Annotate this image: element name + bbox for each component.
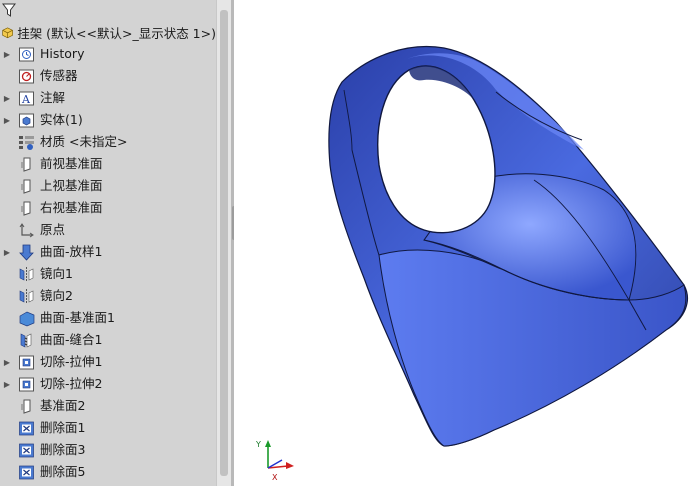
history-icon xyxy=(18,46,35,63)
tree-filter[interactable] xyxy=(0,0,216,20)
tree-item[interactable]: ▶ 实体(1) xyxy=(0,109,216,131)
expand-arrow-icon[interactable]: ▶ xyxy=(2,116,12,125)
tree-item[interactable]: 删除面3 xyxy=(0,439,216,461)
tree-item[interactable]: 镜向2 xyxy=(0,285,216,307)
tree-item-label: 切除-拉伸1 xyxy=(40,354,103,369)
tree-root-label: 挂架 (默认<<默认>_显示状态 1>) xyxy=(17,25,216,41)
delete-face-icon xyxy=(18,464,35,481)
tree-item[interactable]: ▶ History xyxy=(0,43,216,65)
expand-arrow-icon[interactable]: ▶ xyxy=(2,380,12,389)
tree-item[interactable]: ▶ A 注解 xyxy=(0,87,216,109)
axis-triad: Y X xyxy=(255,440,294,482)
tree-item[interactable]: ▶ 切除-拉伸1 xyxy=(0,351,216,373)
tree-root-part[interactable]: 挂架 (默认<<默认>_显示状态 1>) xyxy=(0,22,216,42)
tree-item-label: 传感器 xyxy=(40,68,78,83)
tree-item-label: 曲面-缝合1 xyxy=(40,332,103,347)
tree-item[interactable]: 材质 <未指定> xyxy=(0,131,216,153)
plane-icon xyxy=(18,398,35,415)
triad-x-label: X xyxy=(272,473,278,482)
tree-item[interactable]: 右视基准面 xyxy=(0,197,216,219)
sensor-icon xyxy=(18,68,35,85)
tree-item-label: 材质 <未指定> xyxy=(40,134,128,149)
tree-item-label: 原点 xyxy=(40,222,66,237)
delete-face-icon xyxy=(18,420,35,437)
plane-icon xyxy=(18,200,35,217)
surface-loft-icon xyxy=(18,244,35,261)
tree-item-label: 前视基准面 xyxy=(40,156,103,171)
tree-item-label: 曲面-基准面1 xyxy=(40,310,115,325)
tree-item[interactable]: 传感器 xyxy=(0,65,216,87)
mirror-icon xyxy=(18,266,35,283)
graphics-viewport[interactable]: Y X xyxy=(234,0,694,486)
tree-scrollbar[interactable] xyxy=(216,0,231,486)
tree-item[interactable]: 曲面-缝合1 xyxy=(0,329,216,351)
tree-item[interactable]: 基准面2 xyxy=(0,395,216,417)
tree-item[interactable]: 删除面5 xyxy=(0,461,216,483)
tree-item-label: 镜向2 xyxy=(40,288,73,303)
tree-item-label: 曲面-放样1 xyxy=(40,244,103,259)
plane-icon xyxy=(18,178,35,195)
knit-surface-icon xyxy=(18,332,35,349)
model-view[interactable] xyxy=(234,0,694,486)
material-icon xyxy=(18,134,35,151)
expand-arrow-icon[interactable]: ▶ xyxy=(2,248,12,257)
solid-body-icon xyxy=(18,112,35,129)
tree-item-label: 删除面5 xyxy=(40,464,86,479)
triad-y-label: Y xyxy=(255,440,261,449)
tree-item-label: 切除-拉伸2 xyxy=(40,376,103,391)
plane-icon xyxy=(18,156,35,173)
tree-item[interactable]: 镜向1 xyxy=(0,263,216,285)
tree-item[interactable]: 删除面1 xyxy=(0,417,216,439)
tree-item-label: History xyxy=(40,46,85,61)
tree-item-label: 基准面2 xyxy=(40,398,86,413)
tree-item[interactable]: 上视基准面 xyxy=(0,175,216,197)
extrude-cut-icon xyxy=(18,376,35,393)
tree-item-label: 删除面1 xyxy=(40,420,86,435)
tree-item-label: 镜向1 xyxy=(40,266,73,281)
delete-face-icon xyxy=(18,442,35,459)
annotation-icon: A xyxy=(18,90,35,107)
hanger-model[interactable] xyxy=(328,45,688,447)
scrollbar-thumb[interactable] xyxy=(220,10,228,476)
tree-item[interactable]: 曲面-基准面1 xyxy=(0,307,216,329)
tree-item-label: 实体(1) xyxy=(40,112,83,127)
planar-surface-icon xyxy=(18,310,35,327)
mirror-icon xyxy=(18,288,35,305)
filter-icon[interactable] xyxy=(1,2,17,18)
tree-item[interactable]: ▶ 切除-拉伸2 xyxy=(0,373,216,395)
feature-manager-tree[interactable]: 挂架 (默认<<默认>_显示状态 1>) ▶ History 传感器 ▶ A 注解 ▶ 实体(… xyxy=(0,0,216,486)
expand-arrow-icon[interactable]: ▶ xyxy=(2,50,12,59)
part-icon xyxy=(2,27,13,39)
tree-item[interactable]: 前视基准面 xyxy=(0,153,216,175)
expand-arrow-icon[interactable]: ▶ xyxy=(2,358,12,367)
extrude-cut-icon xyxy=(18,354,35,371)
expand-arrow-icon[interactable]: ▶ xyxy=(2,94,12,103)
origin-icon xyxy=(18,222,35,239)
tree-item-label: 右视基准面 xyxy=(40,200,103,215)
tree-item[interactable]: 原点 xyxy=(0,219,216,241)
tree-item-label: 注解 xyxy=(40,90,66,105)
tree-item[interactable]: ▶ 曲面-放样1 xyxy=(0,241,216,263)
svg-text:A: A xyxy=(21,93,31,106)
tree-item-label: 上视基准面 xyxy=(40,178,103,193)
tree-item-label: 删除面3 xyxy=(40,442,86,457)
